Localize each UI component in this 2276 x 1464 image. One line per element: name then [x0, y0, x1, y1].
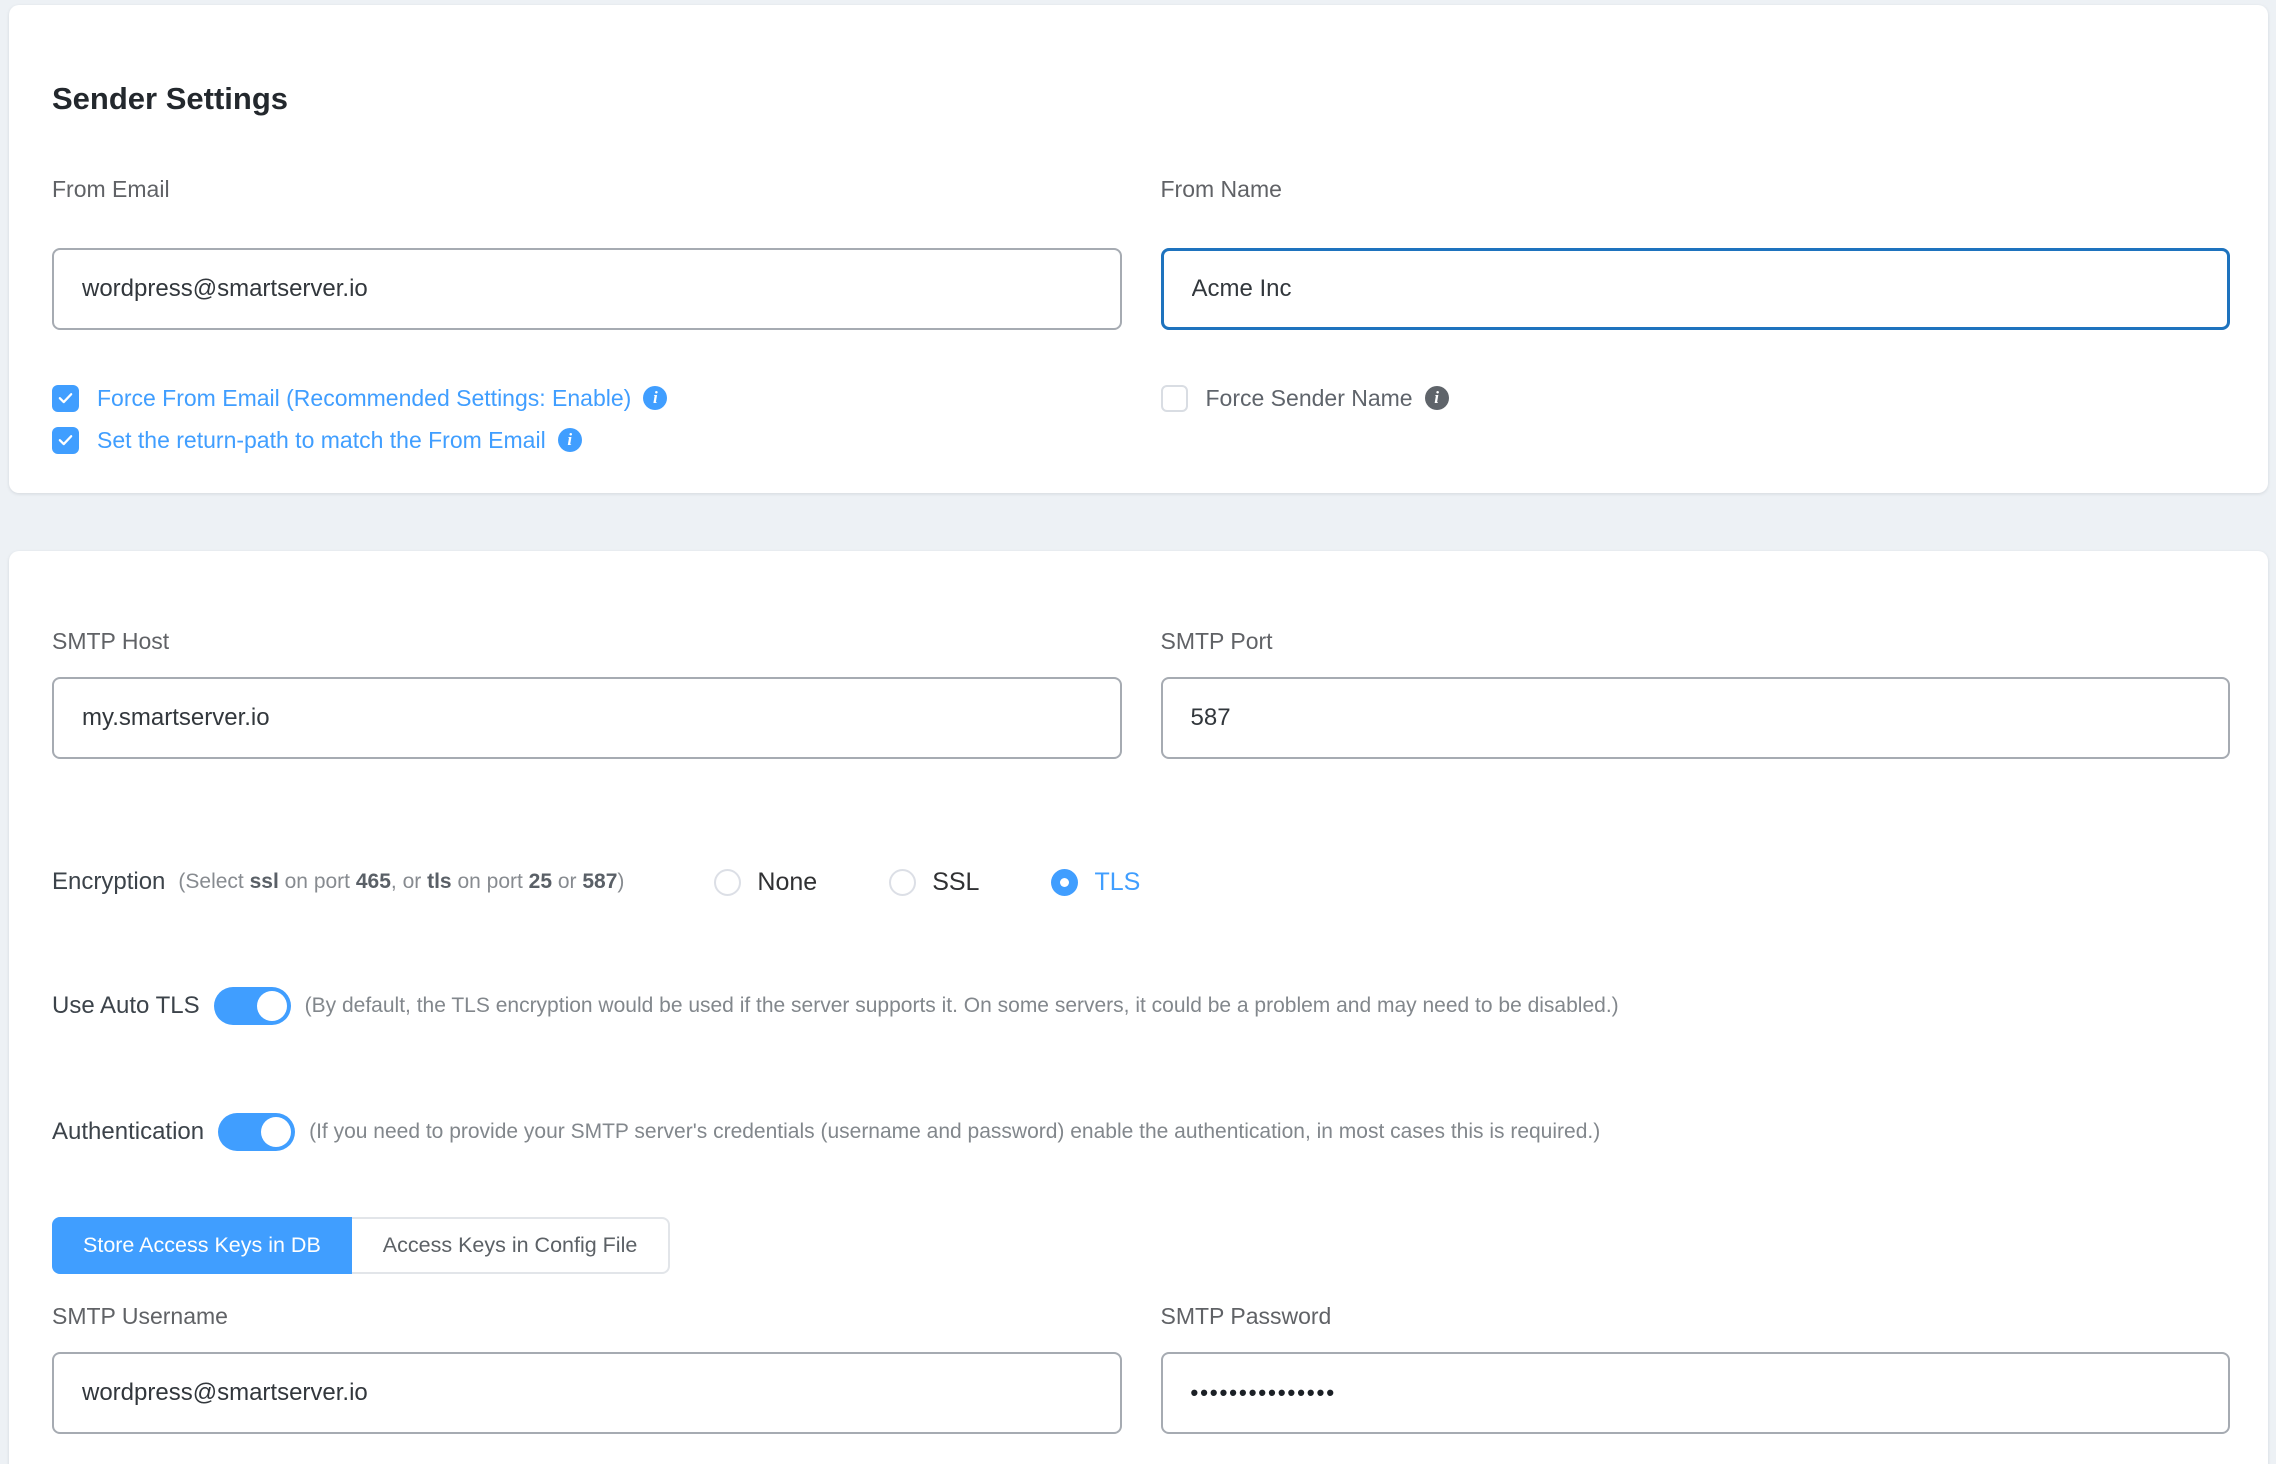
smtp-connection-card: SMTP Host SMTP Port Encryption (Select s… [9, 551, 2268, 1464]
smtp-username-field: SMTP Username [52, 1302, 1122, 1434]
auto-tls-label: Use Auto TLS [52, 992, 200, 1020]
sender-settings-title: Sender Settings [52, 81, 2230, 117]
force-from-email-checkbox[interactable] [52, 385, 79, 412]
force-sender-name-checkbox[interactable] [1161, 385, 1188, 412]
authentication-description: (If you need to provide your SMTP server… [309, 1120, 1600, 1144]
key-storage-tabs: Store Access Keys in DB Access Keys in C… [52, 1217, 670, 1274]
smtp-host-input[interactable] [52, 677, 1122, 759]
authentication-label: Authentication [52, 1118, 204, 1146]
smtp-host-label: SMTP Host [52, 627, 1122, 655]
sender-settings-card: Sender Settings From Email Force From Em… [9, 5, 2268, 493]
radio-none[interactable] [714, 869, 741, 896]
return-path-checkbox[interactable] [52, 427, 79, 454]
return-path-label: Set the return-path to match the From Em… [97, 425, 546, 455]
encryption-row: Encryption (Select ssl on port 465, or t… [52, 859, 2230, 905]
force-from-email-row: Force From Email (Recommended Settings: … [52, 382, 1122, 414]
smtp-password-input[interactable] [1161, 1352, 2231, 1434]
force-from-email-label: Force From Email (Recommended Settings: … [97, 383, 631, 413]
from-email-input[interactable] [52, 248, 1122, 330]
encryption-option-none[interactable]: None [714, 868, 817, 897]
encryption-label: Encryption [52, 868, 165, 896]
smtp-settings-page: Sender Settings From Email Force From Em… [0, 5, 2276, 1464]
authentication-row: Authentication (If you need to provide y… [52, 1113, 2230, 1151]
auto-tls-row: Use Auto TLS (By default, the TLS encryp… [52, 987, 2230, 1025]
radio-tls-label: TLS [1094, 868, 1140, 897]
smtp-port-input[interactable] [1161, 677, 2231, 759]
smtp-port-label: SMTP Port [1161, 627, 2231, 655]
from-name-input[interactable] [1161, 248, 2231, 330]
encryption-hint: (Select ssl on port 465, or tls on port … [178, 870, 624, 894]
force-sender-name-label: Force Sender Name [1206, 383, 1413, 413]
info-icon[interactable]: i [558, 428, 582, 452]
force-sender-name-row: Force Sender Name i [1161, 382, 2231, 414]
from-email-label: From Email [52, 175, 1122, 203]
radio-ssl[interactable] [889, 869, 916, 896]
smtp-username-label: SMTP Username [52, 1302, 1122, 1330]
encryption-option-tls[interactable]: TLS [1051, 868, 1140, 897]
smtp-port-field: SMTP Port [1161, 627, 2231, 759]
from-email-field: From Email Force From Email (Recommended… [52, 175, 1122, 456]
info-icon[interactable]: i [1425, 386, 1449, 410]
from-name-field: From Name Force Sender Name i [1161, 175, 2231, 456]
smtp-password-label: SMTP Password [1161, 1302, 2231, 1330]
encryption-option-ssl[interactable]: SSL [889, 868, 979, 897]
check-icon [57, 390, 74, 407]
from-name-label: From Name [1161, 175, 2231, 203]
tab-store-keys-in-db[interactable]: Store Access Keys in DB [52, 1217, 352, 1274]
authentication-toggle[interactable] [218, 1113, 295, 1151]
info-icon[interactable]: i [643, 386, 667, 410]
tab-keys-in-config-file[interactable]: Access Keys in Config File [352, 1217, 671, 1274]
radio-tls[interactable] [1051, 869, 1078, 896]
toggle-knob [257, 991, 287, 1021]
check-icon [57, 432, 74, 449]
smtp-username-input[interactable] [52, 1352, 1122, 1434]
auto-tls-toggle[interactable] [214, 987, 291, 1025]
radio-dot [1060, 878, 1069, 887]
smtp-password-field: SMTP Password [1161, 1302, 2231, 1434]
smtp-host-field: SMTP Host [52, 627, 1122, 759]
radio-none-label: None [757, 868, 817, 897]
return-path-row: Set the return-path to match the From Em… [52, 424, 1122, 456]
radio-ssl-label: SSL [932, 868, 979, 897]
auto-tls-description: (By default, the TLS encryption would be… [305, 994, 1619, 1018]
toggle-knob [261, 1117, 291, 1147]
